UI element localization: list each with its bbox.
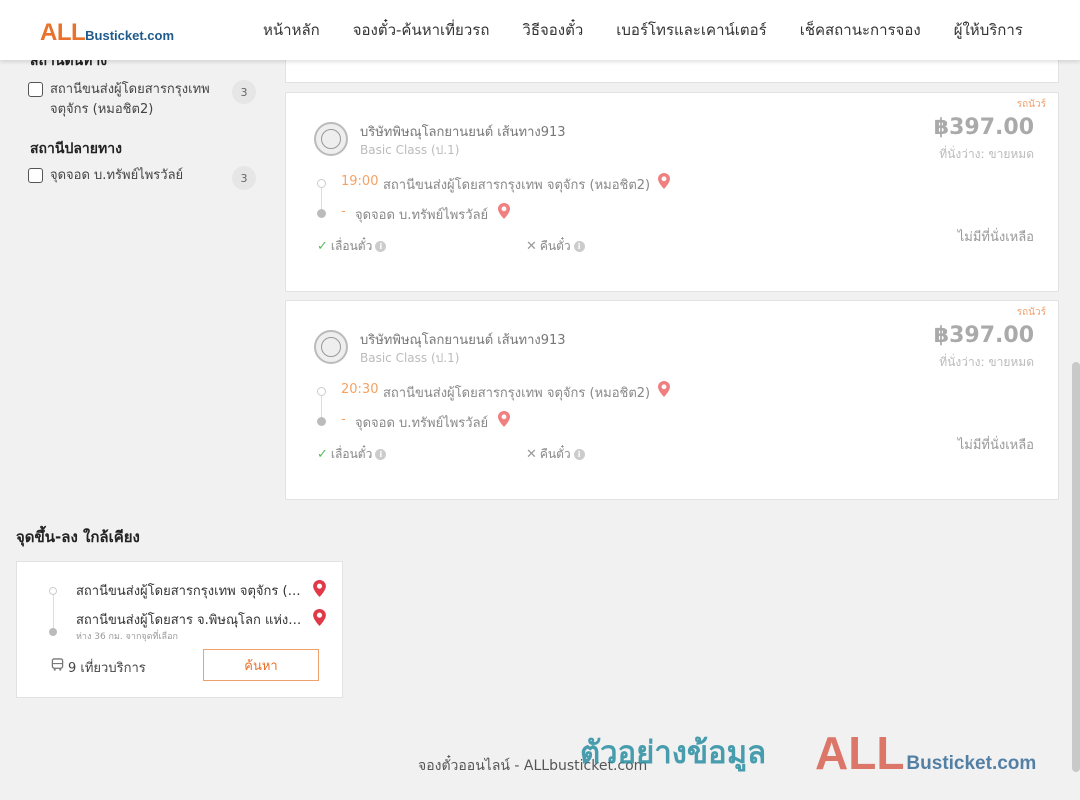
trip-card[interactable]: รถนัวร์ บริษัทพิษณุโลกยานยนต์ เส้นทาง913… <box>285 300 1059 500</box>
nav-operators[interactable]: ผู้ให้บริการ <box>954 18 1023 42</box>
map-pin-icon[interactable] <box>498 203 510 219</box>
no-seat-text: ไม่มีที่นั่งเหลือ <box>957 230 1034 245</box>
departure-time: 20:30 <box>341 382 379 397</box>
reschedule-label: เลื่อนตั๋ว <box>330 239 373 253</box>
info-icon[interactable]: i <box>573 449 585 460</box>
route-line <box>321 396 322 417</box>
nearby-section-title: จุดขึ้น-ลง ใกล้เคียง <box>16 528 140 546</box>
arrival-station: จุดจอด บ.ทรัพย์ไพรวัลย์ <box>355 416 489 431</box>
info-icon[interactable]: i <box>573 241 585 252</box>
departure-time: 19:00 <box>341 174 379 189</box>
cross-icon: ✕ <box>526 239 537 254</box>
arrival-dot-icon <box>317 417 326 426</box>
watermark-rest-text: Busticket.com <box>906 753 1037 774</box>
map-pin-icon[interactable] <box>658 173 670 189</box>
destination-count-badge: 3 <box>232 166 256 190</box>
operator-logo-icon <box>314 122 348 156</box>
origin-filter-item[interactable]: สถานีขนส่งผู้โดยสารกรุงเทพ จตุจักร (หมอช… <box>28 80 256 120</box>
top-header: ALL Busticket.com หน้าหลัก จองตั๋ว-ค้นหา… <box>0 0 1080 60</box>
watermark-all-text: ALL <box>815 727 905 779</box>
ticket-price: ฿397.00 <box>933 323 1034 348</box>
departure-dot-icon <box>317 179 326 188</box>
refund-label: คืนตั๋ว <box>539 239 571 253</box>
destination-filter-title: สถานีปลายทาง <box>30 141 122 157</box>
nearby-origin-station: สถานีขนส่งผู้โดยสารกรุงเทพ จตุจักร (หมอช… <box>76 584 306 599</box>
route-line <box>321 188 322 209</box>
operator-name: บริษัทพิษณุโลกยานยนต์ เส้นทาง913 <box>360 125 566 140</box>
departure-station: สถานีขนส่งผู้โดยสารกรุงเทพ จตุจักร (หมอช… <box>383 386 651 401</box>
arrival-dash: - <box>341 412 346 427</box>
sample-data-watermark: ตัวอย่างข้อมูล <box>580 735 767 771</box>
page-scrollbar[interactable] <box>1072 362 1080 772</box>
reschedule-label: เลื่อนตั๋ว <box>330 447 373 461</box>
bus-type-tag: รถนัวร์ <box>1016 307 1046 318</box>
arrival-station: จุดจอด บ.ทรัพย์ไพรวัลย์ <box>355 208 489 223</box>
departure-dot-icon <box>317 387 326 396</box>
info-icon[interactable]: i <box>375 241 387 252</box>
site-logo[interactable]: ALL Busticket.com <box>40 19 174 47</box>
operator-name: บริษัทพิษณุโลกยานยนต์ เส้นทาง913 <box>360 333 566 348</box>
operator-logo-icon <box>314 330 348 364</box>
seat-status: ที่นั่งว่าง: ขายหมด <box>939 147 1034 161</box>
watermark-logo: ALL Busticket.com <box>815 726 1036 780</box>
origin-dot-icon <box>49 587 57 595</box>
ticket-price: ฿397.00 <box>933 115 1034 140</box>
trip-count: 9 เที่ยวบริการ <box>68 661 146 676</box>
reschedule-policy[interactable]: ✓ เลื่อนตั๋ว i <box>317 445 387 464</box>
nearby-destination-station: สถานีขนส่งผู้โดยสาร จ.พิษณุโลก แห่งที่ 2 <box>76 613 306 628</box>
map-pin-icon[interactable] <box>313 580 326 597</box>
destination-checkbox[interactable] <box>28 168 43 183</box>
no-seat-text: ไม่มีที่นั่งเหลือ <box>957 438 1034 453</box>
logo-rest-text: Busticket.com <box>85 28 175 43</box>
refund-label: คืนตั๋ว <box>539 447 571 461</box>
check-icon: ✓ <box>317 447 328 462</box>
reschedule-policy[interactable]: ✓ เลื่อนตั๋ว i <box>317 237 387 256</box>
route-line <box>53 595 54 628</box>
check-icon: ✓ <box>317 239 328 254</box>
map-pin-icon[interactable] <box>658 381 670 397</box>
destination-dot-icon <box>49 628 57 636</box>
refund-policy[interactable]: ✕ คืนตั๋ว i <box>526 445 585 464</box>
destination-filter-label: จุดจอด บ.ทรัพย์ไพรวัลย์ <box>50 168 184 183</box>
seat-status: ที่นั่งว่าง: ขายหมด <box>939 355 1034 369</box>
nav-book-search[interactable]: จองตั๋ว-ค้นหาเที่ยวรถ <box>353 18 490 42</box>
info-icon[interactable]: i <box>375 449 387 460</box>
arrival-dot-icon <box>317 209 326 218</box>
origin-count-badge: 3 <box>232 80 256 104</box>
trip-card[interactable]: รถนัวร์ บริษัทพิษณุโลกยานยนต์ เส้นทาง913… <box>285 92 1059 292</box>
nav-how-to-book[interactable]: วิธีจองตั๋ว <box>522 18 583 42</box>
bus-class: Basic Class (ป.1) <box>360 351 460 365</box>
map-pin-icon[interactable] <box>313 609 326 626</box>
bus-type-tag: รถนัวร์ <box>1016 99 1046 110</box>
origin-filter-label: สถานีขนส่งผู้โดยสารกรุงเทพ จตุจักร (หมอช… <box>50 82 210 117</box>
cross-icon: ✕ <box>526 447 537 462</box>
nav-phone-counters[interactable]: เบอร์โทรและเคาน์เตอร์ <box>616 18 766 42</box>
arrival-dash: - <box>341 204 346 219</box>
map-pin-icon[interactable] <box>498 411 510 427</box>
search-button[interactable]: ค้นหา <box>203 649 319 681</box>
nearby-route-card[interactable]: สถานีขนส่งผู้โดยสารกรุงเทพ จตุจักร (หมอช… <box>16 561 343 698</box>
nav-check-status[interactable]: เช็คสถานะการจอง <box>800 18 921 42</box>
nav-home[interactable]: หน้าหลัก <box>263 18 320 42</box>
bus-icon <box>51 658 64 671</box>
destination-filter-item[interactable]: จุดจอด บ.ทรัพย์ไพรวัลย์ 3 <box>28 166 256 190</box>
logo-all-text: ALL <box>40 19 86 46</box>
refund-policy[interactable]: ✕ คืนตั๋ว i <box>526 237 585 256</box>
main-nav: หน้าหลัก จองตั๋ว-ค้นหาเที่ยวรถ วิธีจองตั… <box>263 18 1023 42</box>
bus-class: Basic Class (ป.1) <box>360 143 460 157</box>
origin-checkbox[interactable] <box>28 82 43 97</box>
departure-station: สถานีขนส่งผู้โดยสารกรุงเทพ จตุจักร (หมอช… <box>383 178 651 193</box>
distance-text: ห่าง 36 กม. จากจุดที่เลือก <box>76 632 178 642</box>
